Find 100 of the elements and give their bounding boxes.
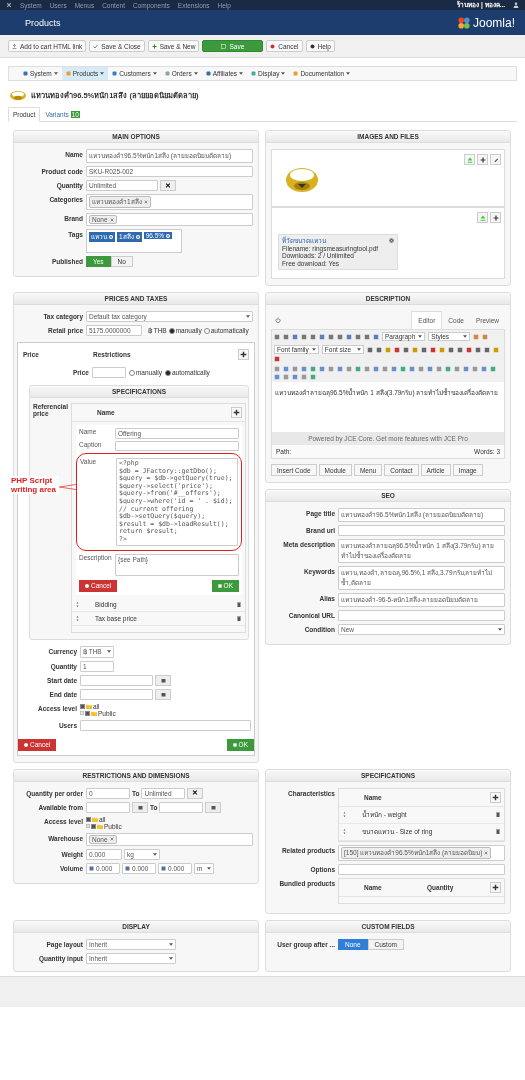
upload-icon [480,215,486,221]
plus-icon [492,793,499,801]
radio-button[interactable] [164,369,171,376]
check-icon [93,43,99,49]
caret-icon [239,72,244,75]
caret-icon [152,72,157,75]
checkbox[interactable] [91,823,96,829]
save-icon [232,742,237,747]
caret-icon [107,650,111,654]
link-button[interactable] [490,154,501,165]
caret-icon [207,866,211,870]
plus-icon [151,43,157,49]
plus-icon [240,351,247,358]
text-field[interactable] [338,863,505,875]
power-icon[interactable] [275,317,281,323]
add-button[interactable] [490,791,501,803]
ruler-icon [125,865,130,871]
joomla-icon[interactable] [6,2,12,8]
cancel-icon [85,583,89,588]
caret-icon [498,628,502,631]
drag-handle-icon[interactable] [76,615,79,621]
text-field[interactable] [338,525,505,536]
save-icon [217,583,222,588]
cancel-icon [270,43,276,49]
logo-text: Joomla! [472,15,515,30]
add-button[interactable] [490,881,501,893]
checkbox[interactable] [80,703,85,709]
add-button[interactable] [490,212,501,223]
remove-icon [109,235,113,239]
calendar-icon [160,691,166,697]
date-field[interactable] [80,674,153,686]
callout-label: PHP Script writing area [11,476,59,494]
calendar-button[interactable] [155,674,171,686]
caret-icon [346,72,351,75]
calendar-button[interactable] [155,688,171,700]
code-editor[interactable] [116,458,238,546]
person-icon[interactable] [513,2,519,8]
drag-handle-icon[interactable] [343,812,346,818]
checkbox[interactable] [85,710,90,716]
text-field[interactable] [159,801,204,813]
checkbox[interactable] [86,816,91,822]
plus-icon [480,157,486,163]
menu-icon [23,71,28,76]
caret-icon [281,72,286,75]
calendar-icon [210,804,216,810]
radio-button[interactable] [168,327,175,334]
upload-icon [467,157,473,163]
plus-icon [493,215,499,221]
remove-icon[interactable] [389,238,394,243]
logo-icon [456,15,471,30]
calendar-icon [137,804,143,810]
caret-icon [356,348,361,351]
add-button[interactable] [477,154,488,165]
save-icon [221,43,227,49]
text-field[interactable] [338,610,505,621]
trash-icon[interactable] [237,601,241,607]
trash-icon[interactable] [237,615,241,621]
caret-icon [169,956,173,960]
radio-button[interactable] [128,369,135,376]
caret-icon [153,852,157,856]
help-icon [309,43,315,49]
caret-icon [193,72,198,75]
menu-icon [205,71,211,76]
trash-icon[interactable] [496,829,500,835]
remove-icon [166,233,171,238]
ruler-icon [89,865,94,871]
caret-icon [418,335,423,338]
drag-handle-icon[interactable] [76,601,79,607]
calendar-button[interactable] [132,801,148,813]
caret-icon [169,942,173,946]
radio-button[interactable] [203,327,210,334]
upload-icon [12,43,17,49]
calendar-button[interactable] [205,801,222,813]
plus-icon [492,883,499,891]
caret-icon [311,348,316,351]
remove-icon [135,235,140,239]
text-field[interactable] [91,367,126,378]
remove-icon [484,850,489,855]
text-field[interactable] [80,719,251,731]
cancel-icon [24,742,28,747]
caret-icon [100,72,105,75]
menu-icon [164,71,170,76]
text-field[interactable] [86,801,130,813]
calendar-icon [160,677,166,683]
drag-handle-icon[interactable] [343,829,346,835]
menu-icon [112,71,118,76]
trash-icon[interactable] [496,812,500,818]
page-title: Products [25,17,62,28]
text-field[interactable] [115,441,239,451]
caret-icon [53,72,58,75]
menu-icon [251,71,257,76]
ruler-icon [161,865,166,871]
caret-icon [463,335,468,338]
menu-icon [293,71,299,76]
add-button[interactable] [238,349,249,360]
link-icon [493,157,499,163]
date-field[interactable] [80,688,153,700]
add-button[interactable] [231,407,242,418]
menu-icon [65,71,71,76]
remove-icon [143,200,148,204]
